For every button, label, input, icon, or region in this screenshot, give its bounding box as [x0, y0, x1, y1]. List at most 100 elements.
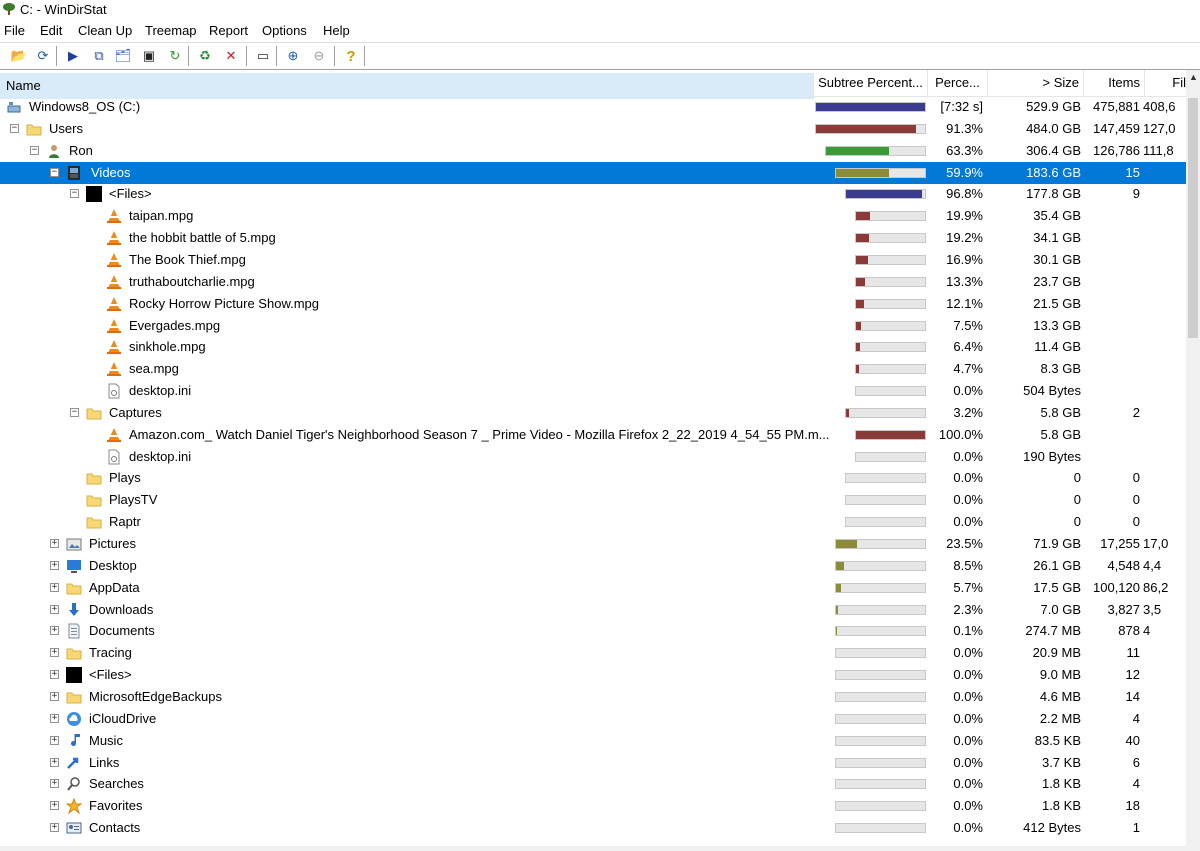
- tree-row[interactable]: + Searches 0.0% 1.8 KB 4: [0, 773, 1186, 795]
- column-header-size[interactable]: > Size: [988, 70, 1084, 96]
- open-folder-icon[interactable]: 📂: [10, 47, 28, 65]
- item-name: the hobbit battle of 5.mpg: [129, 230, 276, 246]
- percent-cell: 13.3%: [946, 273, 983, 289]
- menu-options[interactable]: Options: [262, 23, 307, 38]
- expand-toggle-icon[interactable]: +: [50, 582, 59, 592]
- scroll-up-arrow-icon[interactable]: ▲: [1189, 72, 1198, 82]
- expand-toggle-icon[interactable]: +: [50, 757, 59, 767]
- tree-row[interactable]: desktop.ini 0.0% 504 Bytes: [0, 380, 1186, 402]
- menu-edit[interactable]: Edit: [40, 23, 62, 38]
- tree-row[interactable]: Rocky Horrow Picture Show.mpg 12.1% 21.5 G…: [0, 293, 1186, 315]
- expand-toggle-icon[interactable]: +: [50, 801, 59, 811]
- collapse-toggle-icon[interactable]: −: [70, 407, 79, 417]
- column-header-subtree-percent[interactable]: Subtree Percent...: [814, 70, 928, 96]
- ini-file-icon: [106, 383, 122, 399]
- expand-toggle-icon[interactable]: +: [50, 713, 59, 723]
- tree-row[interactable]: desktop.ini 0.0% 190 Bytes: [0, 446, 1186, 468]
- tree-row[interactable]: sinkhole.mpg 6.4% 11.4 GB: [0, 336, 1186, 358]
- delete-icon[interactable]: ✕: [222, 47, 240, 65]
- command-prompt-icon[interactable]: ▣: [140, 47, 158, 65]
- tree-row[interactable]: + Links 0.0% 3.7 KB 6: [0, 752, 1186, 774]
- tree-row[interactable]: Windows8_OS (C:) [7:32 s] 529.9 GB 475,881 4…: [0, 96, 1186, 118]
- collapse-toggle-icon[interactable]: −: [30, 145, 39, 155]
- explorer-icon[interactable]: 🗂: [114, 47, 132, 65]
- size-cell: 35.4 GB: [1033, 208, 1081, 224]
- tree-row[interactable]: + Favorites 0.0% 1.8 KB 18: [0, 795, 1186, 817]
- column-header-items[interactable]: Items: [1084, 70, 1145, 96]
- refresh-icon[interactable]: ↻: [166, 47, 184, 65]
- tree-row[interactable]: + Pictures 23.5% 71.9 GB 17,255 17,0: [0, 533, 1186, 555]
- expand-toggle-icon[interactable]: +: [50, 626, 59, 636]
- collapse-toggle-icon[interactable]: −: [70, 189, 79, 199]
- tree-row[interactable]: + iCloudDrive 0.0% 2.2 MB 4: [0, 708, 1186, 730]
- expand-toggle-icon[interactable]: +: [50, 735, 59, 745]
- tree-row[interactable]: truthaboutcharlie.mpg 13.3% 23.7 GB: [0, 271, 1186, 293]
- tree-row[interactable]: − Ron 63.3% 306.4 GB 126,786 111,8: [0, 140, 1186, 162]
- tree-row[interactable]: + Contacts 0.0% 412 Bytes 1: [0, 817, 1186, 839]
- expand-toggle-icon[interactable]: +: [50, 691, 59, 701]
- vlc-icon: [106, 252, 122, 268]
- scrollbar-thumb[interactable]: [1188, 98, 1198, 338]
- properties-icon[interactable]: ▭: [254, 47, 272, 65]
- subtree-percent-bar: [855, 233, 926, 244]
- zoom-out-icon[interactable]: ⊖: [310, 47, 328, 65]
- expand-toggle-icon[interactable]: +: [50, 604, 59, 614]
- tree-row[interactable]: + Downloads 2.3% 7.0 GB 3,827 3,5: [0, 599, 1186, 621]
- recycle-bin-icon[interactable]: ♻: [196, 47, 214, 65]
- folder-icon: [26, 121, 42, 137]
- menu-clean-up[interactable]: Clean Up: [78, 23, 132, 38]
- play-icon[interactable]: ▶: [64, 47, 82, 65]
- subtree-percent-bar-fill: [846, 190, 923, 199]
- refresh-all-icon[interactable]: ⟳: [34, 47, 52, 65]
- expand-toggle-icon[interactable]: +: [50, 823, 59, 833]
- copy-path-icon[interactable]: ⧉: [90, 47, 108, 65]
- downloads-folder-icon: [66, 602, 82, 618]
- contacts-icon: [66, 820, 82, 836]
- tree-row[interactable]: The Book Thief.mpg 16.9% 30.1 GB: [0, 249, 1186, 271]
- tree-row[interactable]: + Documents 0.1% 274.7 MB 878 4: [0, 620, 1186, 642]
- expand-toggle-icon[interactable]: +: [50, 670, 59, 680]
- tree-row[interactable]: taipan.mpg 19.9% 35.4 GB: [0, 205, 1186, 227]
- help-icon[interactable]: ?: [342, 47, 360, 65]
- horizontal-scrollbar[interactable]: [0, 846, 1200, 851]
- menu-file[interactable]: File: [4, 23, 25, 38]
- menu-treemap[interactable]: Treemap: [145, 23, 197, 38]
- menu-help[interactable]: Help: [323, 23, 350, 38]
- tree-row[interactable]: Plays 0.0% 0 0: [0, 467, 1186, 489]
- collapse-toggle-icon[interactable]: −: [50, 167, 59, 177]
- column-header-files[interactable]: Fil: [1145, 70, 1186, 96]
- toolbar: 📂 ⟳ ▶ ⧉ 🗂 ▣ ↻ ♻ ✕ ▭ ⊕ ⊖?: [0, 42, 1200, 70]
- tree-row[interactable]: − Users 91.3% 484.0 GB 147,459 127,0: [0, 118, 1186, 140]
- tree-row[interactable]: − <Files> 96.8% 177.8 GB 9: [0, 183, 1186, 205]
- tree-row[interactable]: + <Files> 0.0% 9.0 MB 12: [0, 664, 1186, 686]
- vlc-icon: [106, 230, 122, 246]
- collapse-toggle-icon[interactable]: −: [10, 123, 19, 133]
- expand-toggle-icon[interactable]: +: [50, 648, 59, 658]
- tree-row[interactable]: + AppData 5.7% 17.5 GB 100,120 86,2: [0, 577, 1186, 599]
- tree-row[interactable]: + Music 0.0% 83.5 KB 40: [0, 730, 1186, 752]
- expand-toggle-icon[interactable]: +: [50, 560, 59, 570]
- tree-row[interactable]: + Tracing 0.0% 20.9 MB 11: [0, 642, 1186, 664]
- tree-row[interactable]: − Videos 59.9% 183.6 GB 15: [0, 161, 1186, 184]
- tree-row[interactable]: Raptr 0.0% 0 0: [0, 511, 1186, 533]
- column-header-percent[interactable]: Perce...: [928, 70, 988, 96]
- music-note-icon: [66, 733, 82, 749]
- subtree-percent-bar-fill: [856, 299, 865, 308]
- tree-row[interactable]: Evergades.mpg 7.5% 13.3 GB: [0, 315, 1186, 337]
- zoom-in-icon[interactable]: ⊕: [284, 47, 302, 65]
- tree-row[interactable]: PlaysTV 0.0% 0 0: [0, 489, 1186, 511]
- item-name: truthaboutcharlie.mpg: [129, 273, 255, 289]
- expand-toggle-icon[interactable]: +: [50, 539, 59, 548]
- vertical-scrollbar[interactable]: ▲: [1186, 70, 1200, 846]
- percent-cell: 19.9%: [946, 208, 983, 224]
- tree-row[interactable]: − Captures 3.2% 5.8 GB 2: [0, 402, 1186, 424]
- tree-row[interactable]: Amazon.com_ Watch Daniel Tiger's Neighbo…: [0, 424, 1186, 446]
- tree-row[interactable]: sea.mpg 4.7% 8.3 GB: [0, 358, 1186, 380]
- tree-row[interactable]: the hobbit battle of 5.mpg 19.2% 34.1 GB: [0, 227, 1186, 249]
- menu-report[interactable]: Report: [209, 23, 248, 38]
- expand-toggle-icon[interactable]: +: [50, 779, 59, 789]
- tree-row[interactable]: + Desktop 8.5% 26.1 GB 4,548 4,4: [0, 555, 1186, 577]
- subtree-percent-bar: [855, 254, 926, 265]
- tree-row[interactable]: + MicrosoftEdgeBackups 0.0% 4.6 MB 14: [0, 686, 1186, 708]
- folder-icon: [86, 492, 102, 508]
